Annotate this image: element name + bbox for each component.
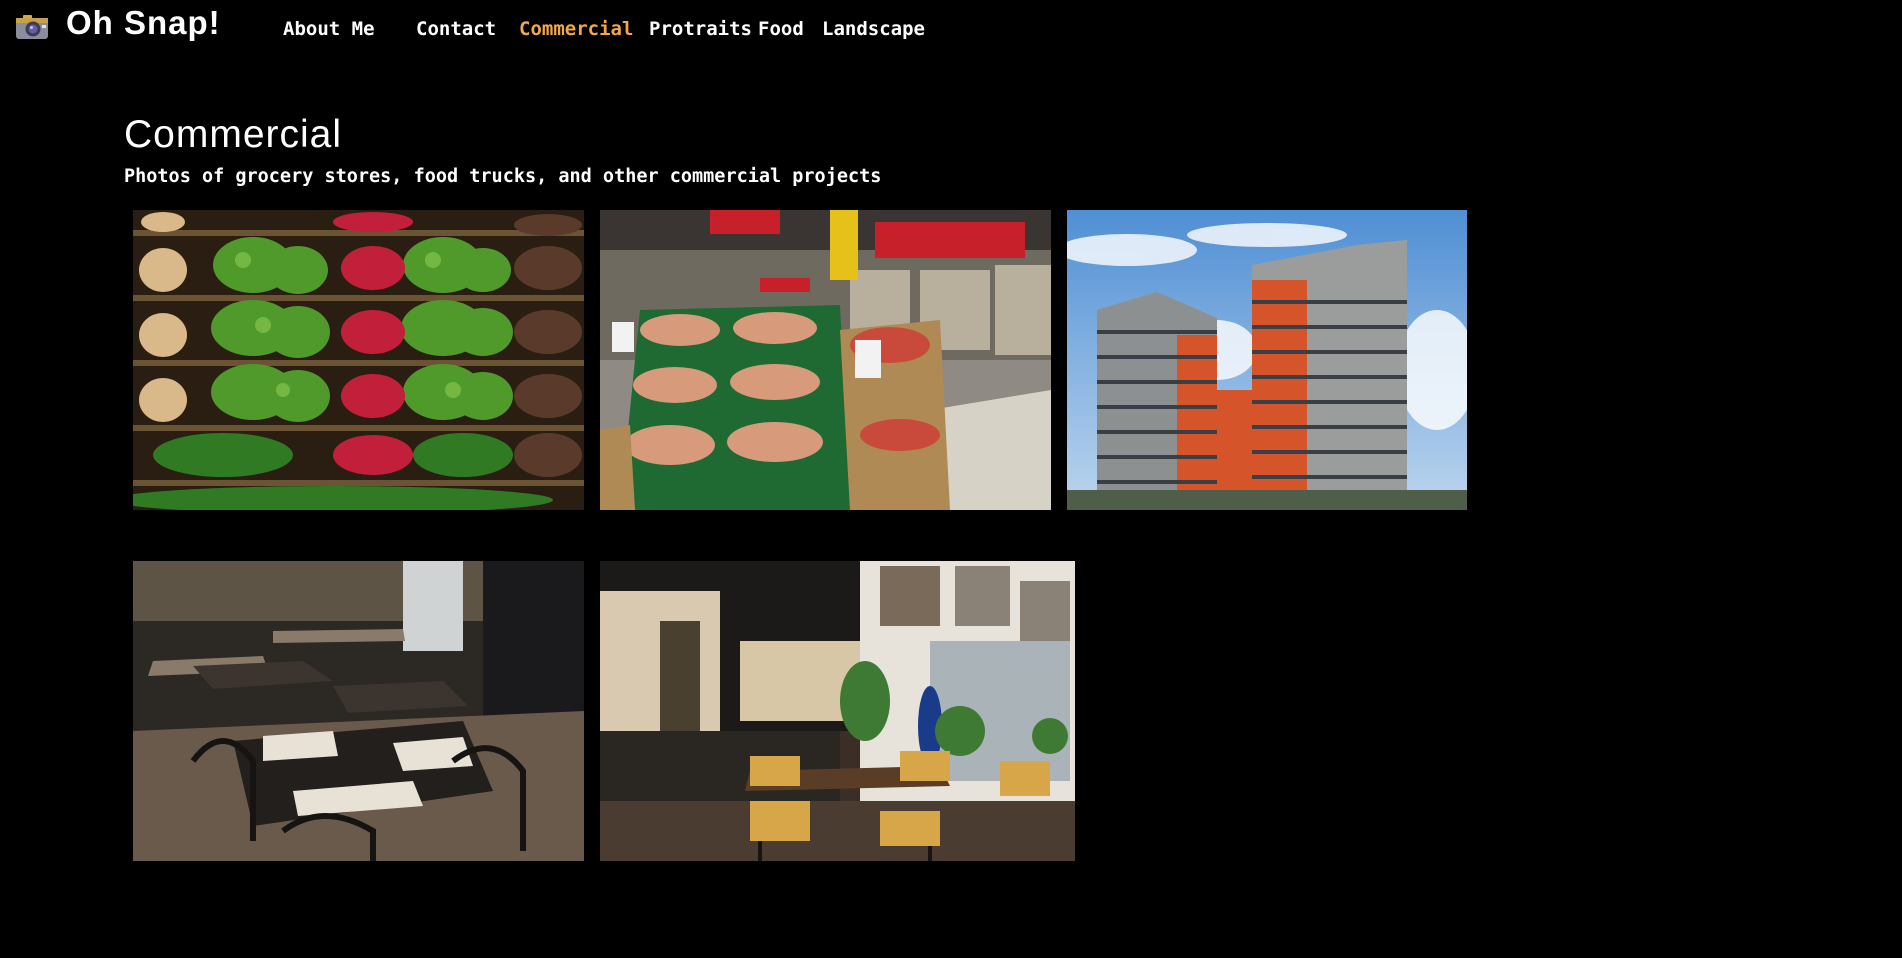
page-title: Commercial: [124, 113, 343, 156]
gallery-photo-apartment-tower[interactable]: [1067, 210, 1467, 510]
gallery-photo-supermarket-aisle[interactable]: [600, 210, 1051, 510]
top-navigation-bar: Oh Snap! About Me Contact Commercial Pro…: [0, 0, 1902, 60]
nav-link-commercial[interactable]: Commercial: [519, 18, 633, 46]
nav-link-contact[interactable]: Contact: [416, 18, 496, 46]
site-brand[interactable]: Oh Snap!: [66, 4, 221, 42]
nav-link-landscape[interactable]: Landscape: [822, 18, 925, 46]
gallery-photo-cafe[interactable]: [600, 561, 1075, 861]
nav-link-portraits[interactable]: Protraits: [649, 18, 752, 46]
camera-icon[interactable]: [15, 12, 49, 40]
page-subtitle: Photos of grocery stores, food trucks, a…: [124, 166, 882, 187]
gallery-photo-restaurant[interactable]: [133, 561, 584, 861]
nav-link-about-me[interactable]: About Me: [283, 18, 375, 46]
nav-link-food[interactable]: Food: [758, 18, 804, 46]
gallery-photo-grocery-shelves[interactable]: [133, 210, 584, 510]
